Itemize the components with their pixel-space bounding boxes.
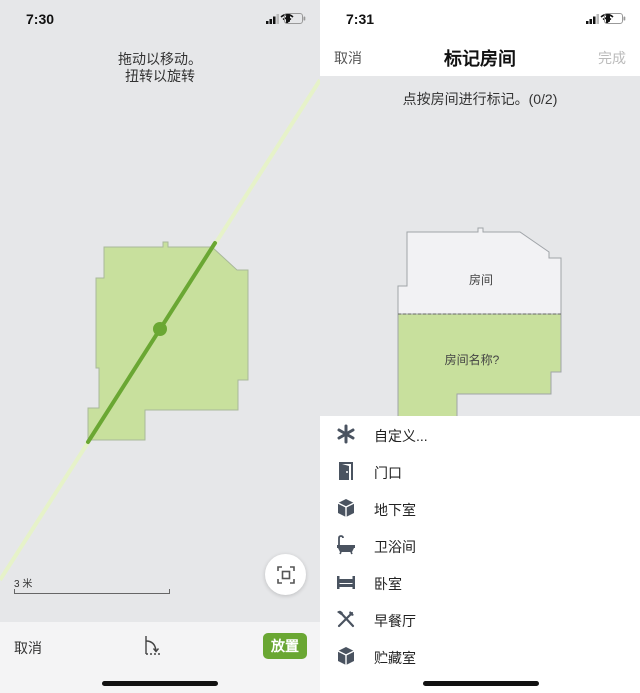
asterisk-icon <box>337 424 355 444</box>
bottom-toolbar: 取消 放置 <box>0 622 320 693</box>
list-item-basement[interactable]: 地下室 <box>320 490 640 527</box>
bed-icon <box>337 576 355 589</box>
list-item-doorway[interactable]: 门口 <box>320 453 640 490</box>
cancel-button[interactable]: 取消 <box>14 638 42 658</box>
list-item-label: 早餐厅 <box>374 613 416 629</box>
fit-frame-icon <box>276 565 295 584</box>
room-lower-label: 房间名称? <box>445 352 500 367</box>
rotate-divider-icon[interactable] <box>141 634 165 658</box>
home-indicator <box>102 681 218 686</box>
list-item-label: 卧室 <box>374 576 402 592</box>
list-item-label: 自定义... <box>374 428 428 444</box>
room-upper-label: 房间 <box>469 272 493 287</box>
list-item-bedroom[interactable]: 卧室 <box>320 564 640 601</box>
list-item-label: 地下室 <box>374 502 416 518</box>
list-item-label: 门口 <box>374 465 402 481</box>
partial-list-icon <box>336 683 356 693</box>
fork-knife-icon <box>337 610 355 628</box>
bathtub-icon <box>337 535 355 555</box>
scale-bar <box>14 589 170 594</box>
list-item-label: 贮藏室 <box>374 650 416 666</box>
scale-label: 3 米 <box>14 579 33 590</box>
home-indicator <box>423 681 539 686</box>
map-divider-screen: 7:30 拖动以移动。 扭转以旋转 3 米 取消 放置 <box>0 0 320 693</box>
screens: 7:30 拖动以移动。 扭转以旋转 3 米 取消 放置 7:31 标记房间 取消… <box>0 0 640 693</box>
cube-icon <box>337 499 355 517</box>
room-lower[interactable] <box>397 313 562 421</box>
door-icon <box>339 462 353 480</box>
list-item-label: 卫浴间 <box>374 539 416 555</box>
label-rooms-screen: 7:31 标记房间 取消 完成 点按房间进行标记。(0/2) 房间 房间名称? … <box>320 0 640 693</box>
divider-drag-handle[interactable] <box>153 322 167 336</box>
box-icon <box>337 647 355 665</box>
place-button[interactable]: 放置 <box>263 633 307 659</box>
room-type-list: 自定义... 门口 地下室 卫浴间 卧室 早餐厅 贮藏室 <box>320 416 640 693</box>
list-item-breakfast-room[interactable]: 早餐厅 <box>320 601 640 638</box>
room-upper[interactable] <box>397 227 562 315</box>
fit-to-screen-button[interactable] <box>265 554 306 595</box>
list-item-bathroom[interactable]: 卫浴间 <box>320 527 640 564</box>
room-outline[interactable] <box>87 241 249 441</box>
list-item-custom[interactable]: 自定义... <box>320 416 640 453</box>
list-item-storage-room[interactable]: 贮藏室 <box>320 638 640 675</box>
